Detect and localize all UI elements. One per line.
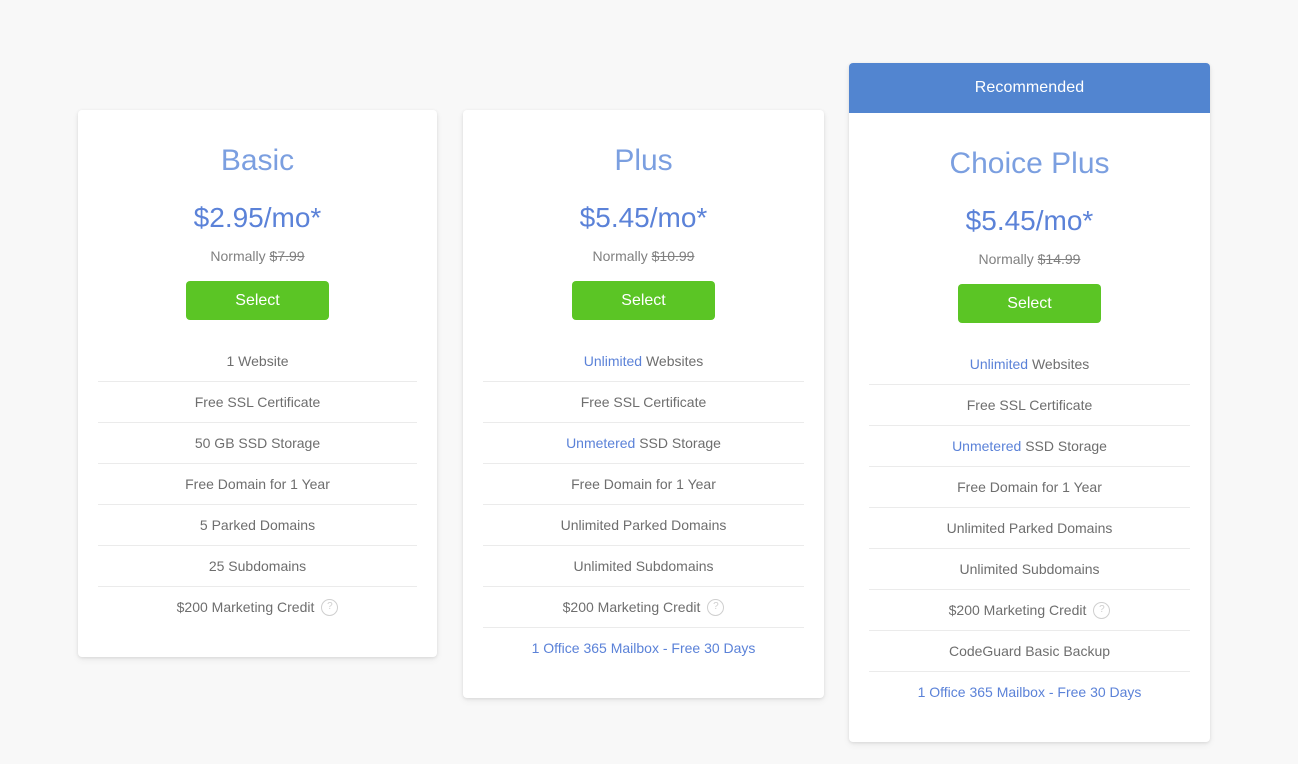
- feature-list: Unlimited Websites Free SSL Certificate Un…: [869, 344, 1190, 712]
- plan-price: $5.45/mo*: [965, 205, 1094, 236]
- feature-label: Unlimited Subdomains: [959, 561, 1100, 577]
- select-button-wrap: Select: [483, 281, 804, 320]
- feature-row: Unlimited Websites: [483, 341, 804, 381]
- normally-label: Normally: [210, 248, 266, 264]
- feature-row: Unlimited Subdomains: [483, 545, 804, 586]
- card-body: Choice Plus $5.45/mo* Normally $14.99 Se…: [849, 113, 1210, 742]
- card-body: Plus $5.45/mo* Normally $10.99 Select Un…: [463, 110, 824, 698]
- feature-row: Free Domain for 1 Year: [869, 466, 1190, 507]
- feature-label: 1 Website: [226, 353, 289, 369]
- feature-label: Unlimited Parked Domains: [946, 520, 1113, 536]
- feature-label: Free SSL Certificate: [580, 394, 707, 410]
- normally-struck-price: $7.99: [269, 248, 305, 264]
- help-question-icon[interactable]: ?: [1093, 601, 1111, 619]
- feature-label: Unmetered SSD Storage: [566, 435, 721, 451]
- plan-title: Plus: [614, 144, 673, 177]
- feature-row: $200 Marketing Credit?: [869, 589, 1190, 630]
- feature-row: Unlimited Websites: [869, 344, 1190, 384]
- feature-label: 1 Office 365 Mailbox - Free 30 Days: [531, 640, 756, 656]
- feature-row: Free Domain for 1 Year: [98, 463, 417, 504]
- normally-label: Normally: [978, 251, 1034, 267]
- feature-label: Free Domain for 1 Year: [957, 479, 1102, 495]
- feature-label: Unlimited Websites: [583, 353, 704, 369]
- feature-label: Unmetered SSD Storage: [952, 438, 1107, 454]
- feature-row: 1 Website: [98, 341, 417, 381]
- feature-label: Unlimited Websites: [969, 356, 1090, 372]
- plan-title: Basic: [220, 144, 295, 177]
- help-question-icon[interactable]: ?: [321, 598, 339, 616]
- select-button-wrap: Select: [98, 281, 417, 320]
- feature-label: Free Domain for 1 Year: [185, 476, 330, 492]
- feature-label: 1 Office 365 Mailbox - Free 30 Days: [917, 684, 1142, 700]
- feature-highlight: Unmetered: [952, 438, 1022, 454]
- feature-row: 25 Subdomains: [98, 545, 417, 586]
- select-button[interactable]: Select: [572, 281, 715, 320]
- feature-label: $200 Marketing Credit: [948, 602, 1087, 618]
- feature-row: Free SSL Certificate: [869, 384, 1190, 425]
- pricing-card-choice-plus: Recommended Choice Plus $5.45/mo* Normal…: [849, 63, 1210, 742]
- select-button[interactable]: Select: [186, 281, 329, 320]
- feature-list: Unlimited Websites Free SSL Certificate Un…: [483, 341, 804, 668]
- feature-label: Free SSL Certificate: [966, 397, 1093, 413]
- feature-label: $200 Marketing Credit: [562, 599, 701, 615]
- feature-row: CodeGuard Basic Backup: [869, 630, 1190, 671]
- feature-row: Unlimited Subdomains: [869, 548, 1190, 589]
- feature-row-link[interactable]: 1 Office 365 Mailbox - Free 30 Days: [483, 627, 804, 668]
- help-question-icon[interactable]: ?: [707, 598, 725, 616]
- pricing-card-basic: Basic $2.95/mo* Normally $7.99 Select 1 …: [78, 110, 437, 657]
- feature-highlight: Unmetered: [566, 435, 636, 451]
- recommended-ribbon: Recommended: [849, 63, 1210, 113]
- plan-title: Choice Plus: [949, 147, 1110, 180]
- select-button-wrap: Select: [869, 284, 1190, 323]
- feature-row: Unlimited Parked Domains: [869, 507, 1190, 548]
- plan-normal-price: Normally $10.99: [483, 247, 804, 265]
- normally-label: Normally: [592, 248, 648, 264]
- select-button[interactable]: Select: [958, 284, 1101, 323]
- feature-label: Free Domain for 1 Year: [571, 476, 716, 492]
- feature-row-link[interactable]: 1 Office 365 Mailbox - Free 30 Days: [869, 671, 1190, 712]
- feature-label: 5 Parked Domains: [199, 517, 316, 533]
- feature-row: Free Domain for 1 Year: [483, 463, 804, 504]
- feature-label: Unlimited Subdomains: [573, 558, 714, 574]
- feature-row: $200 Marketing Credit?: [98, 586, 417, 627]
- feature-highlight: Unlimited: [583, 353, 643, 369]
- feature-label: Free SSL Certificate: [194, 394, 321, 410]
- card-body: Basic $2.95/mo* Normally $7.99 Select 1 …: [78, 110, 437, 657]
- feature-label: $200 Marketing Credit: [176, 599, 315, 615]
- normally-struck-price: $10.99: [651, 248, 695, 264]
- pricing-card-plus: Plus $5.45/mo* Normally $10.99 Select Un…: [463, 110, 824, 698]
- feature-row: Unmetered SSD Storage: [869, 425, 1190, 466]
- feature-row: Unlimited Parked Domains: [483, 504, 804, 545]
- feature-row: Free SSL Certificate: [483, 381, 804, 422]
- plan-normal-price: Normally $14.99: [869, 250, 1190, 268]
- feature-label: 25 Subdomains: [208, 558, 307, 574]
- pricing-plans-container: Basic $2.95/mo* Normally $7.99 Select 1 …: [0, 0, 1298, 764]
- normally-struck-price: $14.99: [1037, 251, 1081, 267]
- feature-row: $200 Marketing Credit?: [483, 586, 804, 627]
- feature-row: 50 GB SSD Storage: [98, 422, 417, 463]
- feature-label: CodeGuard Basic Backup: [948, 643, 1111, 659]
- feature-row: Free SSL Certificate: [98, 381, 417, 422]
- plan-price: $5.45/mo*: [579, 202, 708, 233]
- feature-list: 1 Website Free SSL Certificate 50 GB SSD S…: [98, 341, 417, 627]
- feature-label: Unlimited Parked Domains: [560, 517, 727, 533]
- feature-row: 5 Parked Domains: [98, 504, 417, 545]
- feature-highlight: Unlimited: [969, 356, 1029, 372]
- plan-normal-price: Normally $7.99: [98, 247, 417, 265]
- plan-price: $2.95/mo*: [193, 202, 322, 233]
- feature-label: 50 GB SSD Storage: [194, 435, 321, 451]
- feature-row: Unmetered SSD Storage: [483, 422, 804, 463]
